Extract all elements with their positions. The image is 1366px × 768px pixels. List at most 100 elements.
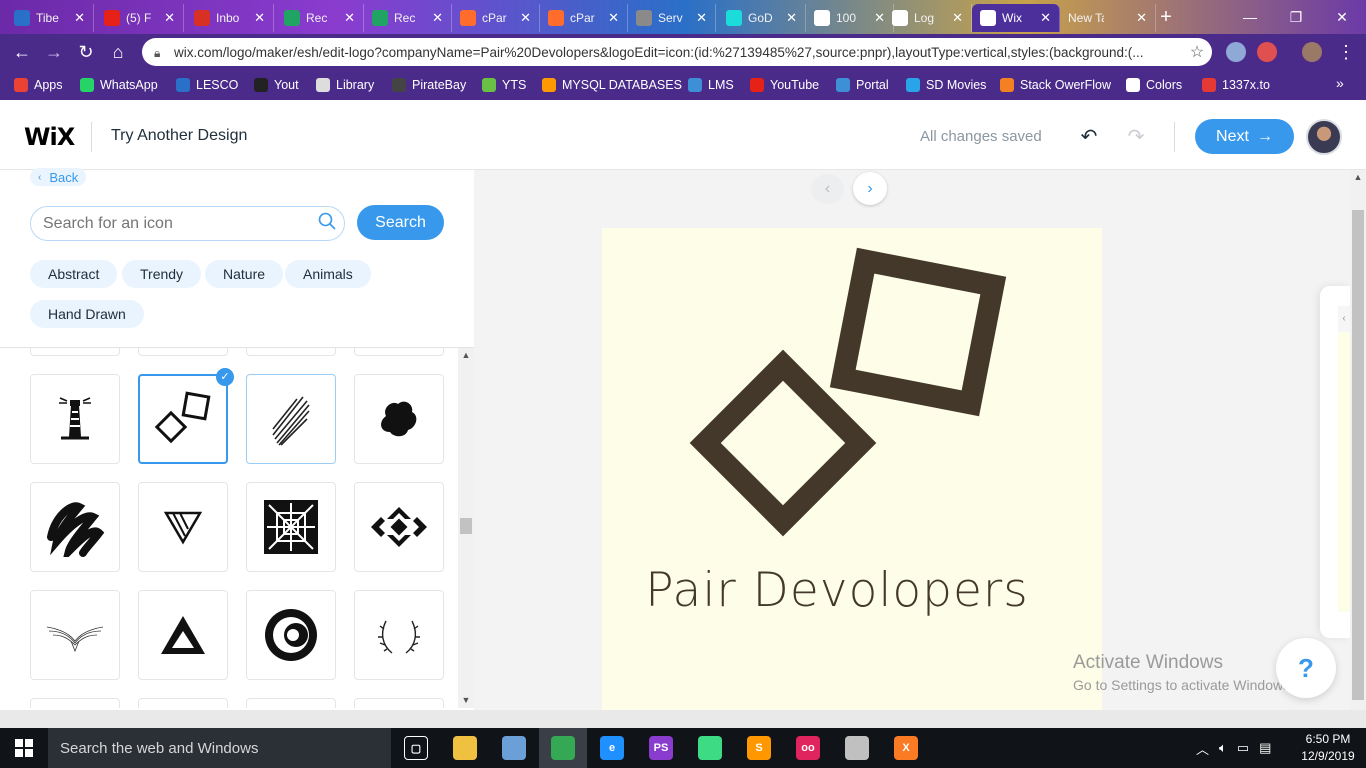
bookmark-item[interactable]: Library bbox=[316, 75, 374, 95]
redo-icon[interactable]: ↷ bbox=[1124, 124, 1148, 148]
new-tab-button[interactable]: + bbox=[1156, 5, 1176, 29]
browser-tab[interactable]: Log ✕ bbox=[884, 4, 972, 32]
bookmark-star-icon[interactable]: ☆ bbox=[1182, 42, 1212, 62]
browser-tab[interactable]: Inbo ✕ bbox=[186, 4, 274, 32]
task-view-icon[interactable]: ▢ bbox=[392, 728, 440, 768]
close-tab-icon[interactable]: ✕ bbox=[432, 10, 443, 26]
bookmark-item[interactable]: WhatsApp bbox=[80, 75, 158, 95]
category-chip-nature[interactable]: Nature bbox=[205, 260, 284, 288]
bookmark-item[interactable]: LMS bbox=[688, 75, 734, 95]
icon-search-field[interactable] bbox=[30, 206, 345, 241]
chevron-left-icon[interactable]: ‹ bbox=[1338, 306, 1350, 332]
phpstorm-icon[interactable]: PS bbox=[637, 728, 685, 768]
category-chip-animals[interactable]: Animals bbox=[285, 260, 371, 288]
bookmarks-overflow-icon[interactable]: » bbox=[1336, 75, 1344, 91]
back-link[interactable]: ‹ Back bbox=[30, 168, 87, 186]
category-chip-hand-drawn[interactable]: Hand Drawn bbox=[30, 300, 144, 328]
icon-card-lighthouse[interactable] bbox=[30, 374, 120, 464]
next-button[interactable]: Next → bbox=[1195, 119, 1294, 154]
back-arrow-icon[interactable]: ← bbox=[10, 40, 34, 64]
close-tab-icon[interactable]: ✕ bbox=[520, 10, 531, 26]
extension-icon[interactable] bbox=[1226, 42, 1246, 62]
icon-card-ink-blot[interactable] bbox=[354, 374, 444, 464]
maximize-button[interactable]: ❐ bbox=[1276, 6, 1316, 28]
icon-card[interactable] bbox=[30, 348, 120, 356]
page-scroll-thumb[interactable] bbox=[1352, 210, 1364, 700]
network-icon[interactable]: ▭ bbox=[1237, 740, 1249, 756]
icon-card-square-pattern[interactable] bbox=[246, 482, 336, 572]
xampp-icon[interactable]: X bbox=[882, 728, 930, 768]
close-tab-icon[interactable]: ✕ bbox=[344, 10, 355, 26]
browser-tab[interactable]: New Tab ✕ bbox=[1060, 4, 1156, 32]
taskbar-search[interactable]: Search the web and Windows bbox=[48, 728, 391, 768]
icon-card-circle-eye[interactable] bbox=[246, 590, 336, 680]
bookmark-item[interactable]: Stack OwerFlow bbox=[1000, 75, 1111, 95]
close-tab-icon[interactable]: ✕ bbox=[254, 10, 265, 26]
try-another-design-link[interactable]: Try Another Design bbox=[111, 127, 247, 145]
previous-design-button[interactable]: ‹ bbox=[811, 174, 844, 204]
bookmark-item[interactable]: 1337x.to bbox=[1202, 75, 1270, 95]
volume-icon[interactable]: 🔈︎ bbox=[1219, 740, 1227, 756]
chevron-up-icon[interactable]: ︿ bbox=[1196, 739, 1209, 758]
home-icon[interactable]: ⌂ bbox=[106, 40, 130, 64]
android-studio-icon[interactable] bbox=[686, 728, 734, 768]
icon-card-zigzag-scribble[interactable] bbox=[30, 482, 120, 572]
ie-icon[interactable]: e bbox=[588, 728, 636, 768]
close-tab-icon[interactable]: ✕ bbox=[608, 10, 619, 26]
tool-app-icon[interactable] bbox=[833, 728, 881, 768]
undo-icon[interactable]: ↶ bbox=[1077, 124, 1101, 148]
icon-card-bird-sketch[interactable] bbox=[30, 590, 120, 680]
close-tab-icon[interactable]: ✕ bbox=[786, 10, 797, 26]
browser-tab[interactable]: Rec ✕ bbox=[364, 4, 452, 32]
next-design-button[interactable]: › bbox=[853, 172, 887, 205]
close-tab-icon[interactable]: ✕ bbox=[1040, 10, 1051, 26]
scroll-up-arrow-icon[interactable]: ▲ bbox=[460, 350, 472, 360]
shield-extension-icon[interactable] bbox=[1257, 42, 1277, 62]
scroll-down-arrow-icon[interactable]: ▼ bbox=[460, 695, 472, 705]
menu-kebab-icon[interactable]: ⋮ bbox=[1334, 40, 1358, 64]
box-app-icon[interactable] bbox=[490, 728, 538, 768]
close-window-button[interactable]: ✕ bbox=[1322, 6, 1362, 28]
browser-tab[interactable]: Wix ✕ bbox=[972, 4, 1060, 32]
file-explorer-icon[interactable] bbox=[441, 728, 489, 768]
browser-tab[interactable]: GoD ✕ bbox=[718, 4, 806, 32]
icon-card[interactable] bbox=[246, 698, 336, 708]
bookmark-item[interactable]: Colors bbox=[1126, 75, 1182, 95]
search-input[interactable] bbox=[43, 214, 310, 233]
icon-card[interactable] bbox=[30, 698, 120, 708]
scroll-up-arrow-icon[interactable]: ▲ bbox=[1352, 172, 1364, 182]
icon-card[interactable] bbox=[138, 348, 228, 356]
close-tab-icon[interactable]: ✕ bbox=[74, 10, 85, 26]
icon-card-aztec-diamond[interactable] bbox=[354, 482, 444, 572]
browser-tab[interactable]: Serv ✕ bbox=[628, 4, 716, 32]
windows-start-icon[interactable] bbox=[0, 728, 48, 768]
bookmark-item[interactable]: PirateBay bbox=[392, 75, 466, 95]
browser-tab[interactable]: (5) F ✕ bbox=[96, 4, 184, 32]
bookmark-item[interactable]: SD Movies bbox=[906, 75, 986, 95]
bookmark-item[interactable]: Apps bbox=[14, 75, 63, 95]
bookmark-item[interactable]: Yout bbox=[254, 75, 299, 95]
notification-icon[interactable]: ▤ bbox=[1259, 740, 1271, 756]
category-chip-trendy[interactable]: Trendy bbox=[122, 260, 202, 288]
close-tab-icon[interactable]: ✕ bbox=[164, 10, 175, 26]
icon-card-two-squares[interactable] bbox=[138, 374, 228, 464]
help-button[interactable]: ? bbox=[1276, 638, 1336, 698]
close-tab-icon[interactable]: ✕ bbox=[1136, 10, 1147, 26]
browser-tab[interactable]: cPar ✕ bbox=[540, 4, 628, 32]
icon-card[interactable] bbox=[354, 348, 444, 356]
sublime-icon[interactable]: S bbox=[735, 728, 783, 768]
browser-tab[interactable]: cPar ✕ bbox=[452, 4, 540, 32]
icon-card-laurel-wreath[interactable] bbox=[354, 590, 444, 680]
category-chip-abstract[interactable]: Abstract bbox=[30, 260, 118, 288]
forward-arrow-icon[interactable]: → bbox=[42, 40, 66, 64]
icon-card[interactable] bbox=[246, 348, 336, 356]
browser-tab[interactable]: 100 ✕ bbox=[806, 4, 894, 32]
flickr-app-icon[interactable]: oo bbox=[784, 728, 832, 768]
chrome-icon[interactable] bbox=[539, 728, 587, 768]
address-bar[interactable]: 🔒︎ wix.com/logo/maker/esh/edit-logo?comp… bbox=[142, 38, 1212, 66]
clock[interactable]: 6:50 PM 12/9/2019 bbox=[1300, 731, 1356, 765]
icon-grid-scroll-thumb[interactable] bbox=[460, 518, 472, 534]
icon-card-triangle-stripes[interactable] bbox=[138, 482, 228, 572]
bookmark-item[interactable]: LESCO bbox=[176, 75, 238, 95]
search-button[interactable]: Search bbox=[357, 205, 444, 240]
